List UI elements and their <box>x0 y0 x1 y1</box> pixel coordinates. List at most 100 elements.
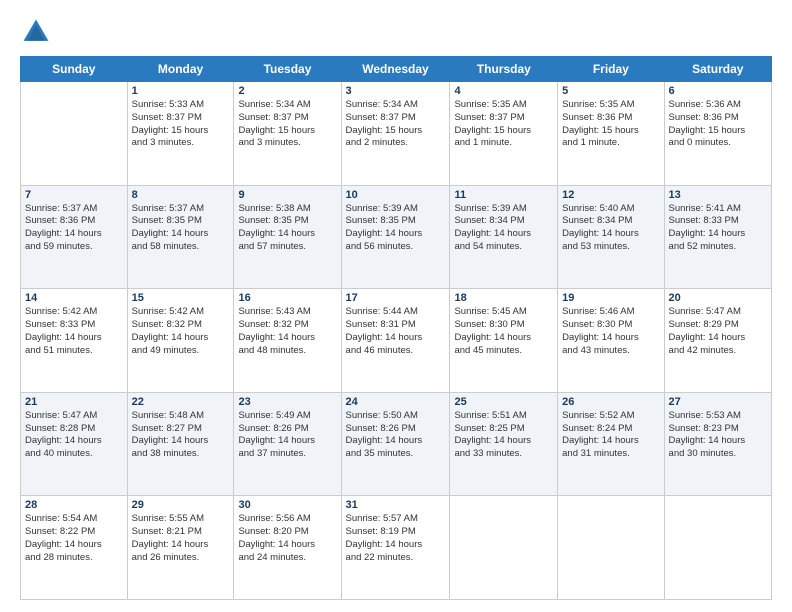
day-info: Sunrise: 5:49 AM Sunset: 8:26 PM Dayligh… <box>238 410 336 461</box>
day-number: 30 <box>238 499 336 511</box>
day-number: 18 <box>454 292 553 304</box>
calendar-cell: 29 Sunrise: 5:55 AM Sunset: 8:21 PM Dayli… <box>127 496 234 600</box>
day-number: 17 <box>346 292 446 304</box>
calendar-header-friday: Friday <box>558 57 664 82</box>
calendar-cell: 12Sunrise: 5:40 AM Sunset: 8:34 PM Dayli… <box>558 185 664 289</box>
calendar-week-row: 28 Sunrise: 5:54 AM Sunset: 8:22 PM Dayli… <box>21 496 772 600</box>
calendar-cell: 19Sunrise: 5:46 AM Sunset: 8:30 PM Dayli… <box>558 289 664 393</box>
calendar-cell: 26Sunrise: 5:52 AM Sunset: 8:24 PM Dayli… <box>558 392 664 496</box>
day-number: 19 <box>562 292 659 304</box>
calendar-cell <box>450 496 558 600</box>
calendar-cell: 11 Sunrise: 5:39 AM Sunset: 8:34 PM Dayli… <box>450 185 558 289</box>
day-info: Sunrise: 5:54 AM Sunset: 8:22 PM Dayligh… <box>25 513 123 564</box>
day-number: 4 <box>454 85 553 97</box>
calendar-cell: 6 Sunrise: 5:36 AM Sunset: 8:36 PM Daylig… <box>664 82 771 186</box>
day-number: 5 <box>562 85 659 97</box>
day-number: 24 <box>346 396 446 408</box>
calendar-cell: 31 Sunrise: 5:57 AM Sunset: 8:19 PM Dayli… <box>341 496 450 600</box>
calendar-header-tuesday: Tuesday <box>234 57 341 82</box>
day-info: Sunrise: 5:56 AM Sunset: 8:20 PM Dayligh… <box>238 513 336 564</box>
day-number: 29 <box>132 499 230 511</box>
calendar-cell: 9Sunrise: 5:38 AM Sunset: 8:35 PM Daylig… <box>234 185 341 289</box>
day-number: 10 <box>346 189 446 201</box>
calendar-cell: 13 Sunrise: 5:41 AM Sunset: 8:33 PM Dayli… <box>664 185 771 289</box>
calendar-cell: 23 Sunrise: 5:49 AM Sunset: 8:26 PM Dayli… <box>234 392 341 496</box>
calendar-header-sunday: Sunday <box>21 57 128 82</box>
day-number: 2 <box>238 85 336 97</box>
page: SundayMondayTuesdayWednesdayThursdayFrid… <box>0 0 792 612</box>
calendar-cell: 18Sunrise: 5:45 AM Sunset: 8:30 PM Dayli… <box>450 289 558 393</box>
day-info: Sunrise: 5:50 AM Sunset: 8:26 PM Dayligh… <box>346 410 446 461</box>
day-number: 31 <box>346 499 446 511</box>
calendar-cell: 30 Sunrise: 5:56 AM Sunset: 8:20 PM Dayli… <box>234 496 341 600</box>
day-number: 25 <box>454 396 553 408</box>
day-number: 15 <box>132 292 230 304</box>
calendar-cell: 15 Sunrise: 5:42 AM Sunset: 8:32 PM Dayli… <box>127 289 234 393</box>
calendar-week-row: 14 Sunrise: 5:42 AM Sunset: 8:33 PM Dayli… <box>21 289 772 393</box>
day-info: Sunrise: 5:35 AM Sunset: 8:36 PM Dayligh… <box>562 99 659 150</box>
day-info: Sunrise: 5:38 AM Sunset: 8:35 PM Dayligh… <box>238 203 336 254</box>
calendar-cell: 10 Sunrise: 5:39 AM Sunset: 8:35 PM Dayli… <box>341 185 450 289</box>
calendar-cell: 2Sunrise: 5:34 AM Sunset: 8:37 PM Daylig… <box>234 82 341 186</box>
day-info: Sunrise: 5:55 AM Sunset: 8:21 PM Dayligh… <box>132 513 230 564</box>
day-number: 6 <box>669 85 767 97</box>
calendar-week-row: 21Sunrise: 5:47 AM Sunset: 8:28 PM Dayli… <box>21 392 772 496</box>
header <box>20 16 772 48</box>
day-info: Sunrise: 5:42 AM Sunset: 8:33 PM Dayligh… <box>25 306 123 357</box>
day-number: 23 <box>238 396 336 408</box>
day-number: 27 <box>669 396 767 408</box>
calendar-week-row: 7 Sunrise: 5:37 AM Sunset: 8:36 PM Daylig… <box>21 185 772 289</box>
calendar-header-row: SundayMondayTuesdayWednesdayThursdayFrid… <box>21 57 772 82</box>
calendar-cell: 25 Sunrise: 5:51 AM Sunset: 8:25 PM Dayli… <box>450 392 558 496</box>
calendar-cell: 3 Sunrise: 5:34 AM Sunset: 8:37 PM Daylig… <box>341 82 450 186</box>
day-number: 20 <box>669 292 767 304</box>
day-info: Sunrise: 5:33 AM Sunset: 8:37 PM Dayligh… <box>132 99 230 150</box>
calendar-header-monday: Monday <box>127 57 234 82</box>
day-number: 13 <box>669 189 767 201</box>
day-info: Sunrise: 5:44 AM Sunset: 8:31 PM Dayligh… <box>346 306 446 357</box>
day-info: Sunrise: 5:40 AM Sunset: 8:34 PM Dayligh… <box>562 203 659 254</box>
day-number: 3 <box>346 85 446 97</box>
day-info: Sunrise: 5:36 AM Sunset: 8:36 PM Dayligh… <box>669 99 767 150</box>
calendar-cell <box>558 496 664 600</box>
day-info: Sunrise: 5:52 AM Sunset: 8:24 PM Dayligh… <box>562 410 659 461</box>
day-number: 22 <box>132 396 230 408</box>
day-number: 7 <box>25 189 123 201</box>
calendar-cell: 22 Sunrise: 5:48 AM Sunset: 8:27 PM Dayli… <box>127 392 234 496</box>
calendar-cell: 7 Sunrise: 5:37 AM Sunset: 8:36 PM Daylig… <box>21 185 128 289</box>
day-info: Sunrise: 5:39 AM Sunset: 8:35 PM Dayligh… <box>346 203 446 254</box>
calendar-header-saturday: Saturday <box>664 57 771 82</box>
logo-icon <box>20 16 52 48</box>
day-number: 8 <box>132 189 230 201</box>
calendar-cell: 4 Sunrise: 5:35 AM Sunset: 8:37 PM Daylig… <box>450 82 558 186</box>
day-info: Sunrise: 5:41 AM Sunset: 8:33 PM Dayligh… <box>669 203 767 254</box>
day-info: Sunrise: 5:42 AM Sunset: 8:32 PM Dayligh… <box>132 306 230 357</box>
day-info: Sunrise: 5:57 AM Sunset: 8:19 PM Dayligh… <box>346 513 446 564</box>
day-info: Sunrise: 5:51 AM Sunset: 8:25 PM Dayligh… <box>454 410 553 461</box>
day-number: 11 <box>454 189 553 201</box>
day-info: Sunrise: 5:39 AM Sunset: 8:34 PM Dayligh… <box>454 203 553 254</box>
calendar-header-thursday: Thursday <box>450 57 558 82</box>
day-info: Sunrise: 5:43 AM Sunset: 8:32 PM Dayligh… <box>238 306 336 357</box>
calendar-table: SundayMondayTuesdayWednesdayThursdayFrid… <box>20 56 772 600</box>
day-info: Sunrise: 5:48 AM Sunset: 8:27 PM Dayligh… <box>132 410 230 461</box>
day-info: Sunrise: 5:53 AM Sunset: 8:23 PM Dayligh… <box>669 410 767 461</box>
calendar-cell: 16Sunrise: 5:43 AM Sunset: 8:32 PM Dayli… <box>234 289 341 393</box>
day-info: Sunrise: 5:37 AM Sunset: 8:36 PM Dayligh… <box>25 203 123 254</box>
day-number: 14 <box>25 292 123 304</box>
calendar-cell: 20 Sunrise: 5:47 AM Sunset: 8:29 PM Dayli… <box>664 289 771 393</box>
day-info: Sunrise: 5:34 AM Sunset: 8:37 PM Dayligh… <box>346 99 446 150</box>
calendar-cell: 1 Sunrise: 5:33 AM Sunset: 8:37 PM Daylig… <box>127 82 234 186</box>
calendar-week-row: 1 Sunrise: 5:33 AM Sunset: 8:37 PM Daylig… <box>21 82 772 186</box>
calendar-cell <box>21 82 128 186</box>
calendar-cell: 17 Sunrise: 5:44 AM Sunset: 8:31 PM Dayli… <box>341 289 450 393</box>
calendar-cell: 21Sunrise: 5:47 AM Sunset: 8:28 PM Dayli… <box>21 392 128 496</box>
calendar-cell <box>664 496 771 600</box>
day-number: 1 <box>132 85 230 97</box>
day-number: 21 <box>25 396 123 408</box>
calendar-header-wednesday: Wednesday <box>341 57 450 82</box>
calendar-cell: 27 Sunrise: 5:53 AM Sunset: 8:23 PM Dayli… <box>664 392 771 496</box>
day-info: Sunrise: 5:35 AM Sunset: 8:37 PM Dayligh… <box>454 99 553 150</box>
day-info: Sunrise: 5:47 AM Sunset: 8:29 PM Dayligh… <box>669 306 767 357</box>
day-number: 28 <box>25 499 123 511</box>
